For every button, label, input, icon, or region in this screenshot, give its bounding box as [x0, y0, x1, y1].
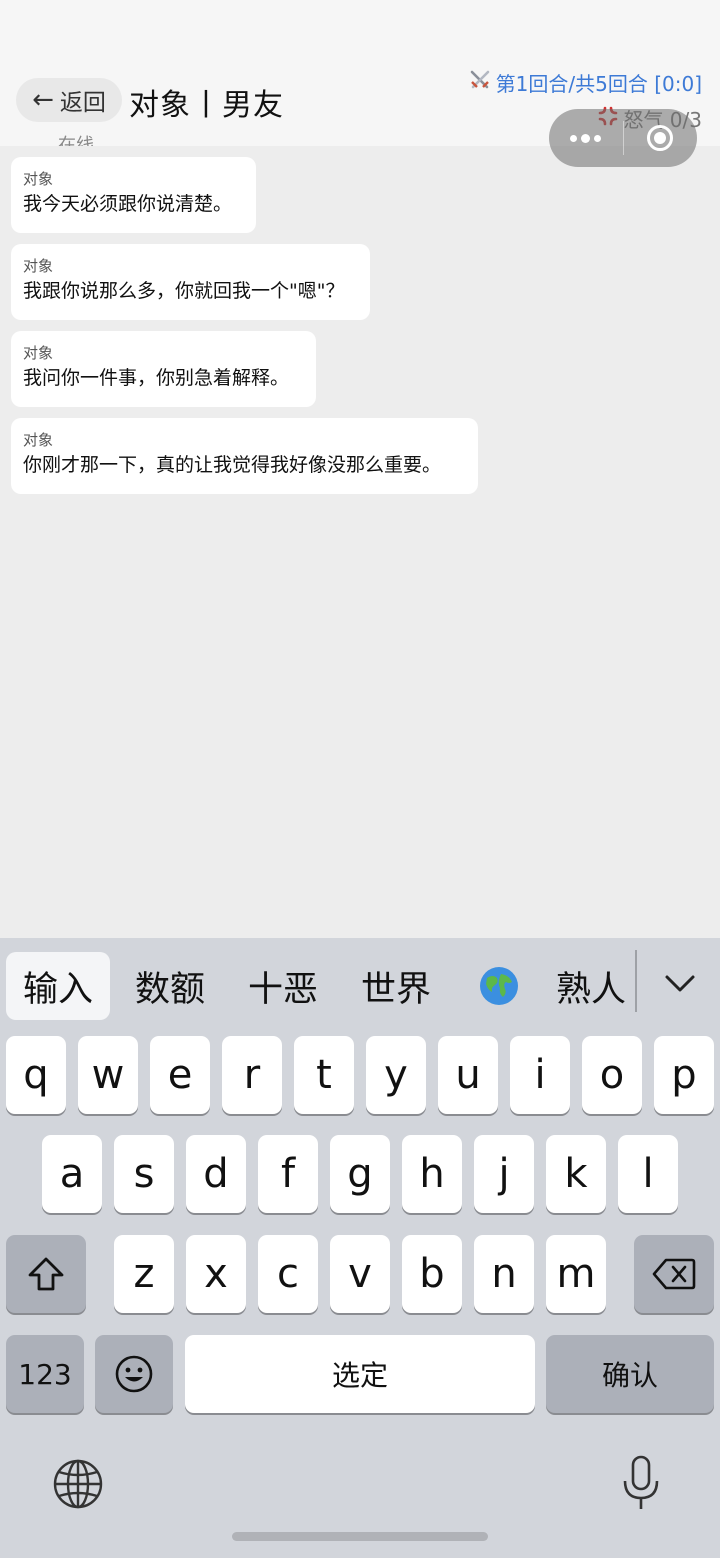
round-text: 第1回合/共5回合 [0:0]: [495, 72, 702, 96]
candidate-item[interactable]: [470, 952, 528, 1020]
voice-input-button[interactable]: [620, 1454, 662, 1514]
key-r[interactable]: r: [222, 1036, 282, 1114]
message-bubble: 对象 我问你一件事，你别急着解释。: [11, 331, 316, 407]
key-a[interactable]: a: [42, 1135, 102, 1213]
close-button[interactable]: [624, 109, 698, 167]
key-b[interactable]: b: [402, 1235, 462, 1313]
message-text: 你刚才那一下，真的让我觉得我好像没那么重要。: [23, 454, 442, 476]
confirm-key[interactable]: 确认: [546, 1335, 714, 1413]
arrow-left-icon: ←: [32, 85, 54, 115]
delete-key[interactable]: [634, 1235, 714, 1313]
key-g[interactable]: g: [330, 1135, 390, 1213]
mini-program-capsule: [549, 109, 697, 167]
message-sender: 对象: [23, 170, 54, 188]
message-text: 我跟你说那么多，你就回我一个"嗯"？: [23, 280, 345, 302]
candidate-item[interactable]: 十恶: [233, 952, 333, 1020]
message-bubble: 对象 你刚才那一下，真的让我觉得我好像没那么重要。: [11, 418, 478, 494]
backspace-icon: [652, 1258, 696, 1290]
key-c[interactable]: c: [258, 1235, 318, 1313]
key-h[interactable]: h: [402, 1135, 462, 1213]
key-l[interactable]: l: [618, 1135, 678, 1213]
message-text: 我今天必须跟你说清楚。: [23, 193, 233, 215]
key-v[interactable]: v: [330, 1235, 390, 1313]
shift-icon: [28, 1257, 64, 1291]
expand-candidates-button[interactable]: [652, 956, 708, 1012]
more-dots-icon: [570, 133, 602, 143]
message-bubble: 对象 我今天必须跟你说清楚。: [11, 157, 256, 233]
candidate-bar: 输入 数额 十恶 世界 熟人: [0, 938, 720, 1034]
candidate-divider: [635, 950, 637, 1012]
space-key[interactable]: 选定: [185, 1335, 535, 1413]
emoji-icon: [115, 1355, 153, 1393]
key-p[interactable]: p: [654, 1036, 714, 1114]
candidate-item[interactable]: 输入: [6, 952, 110, 1020]
key-n[interactable]: n: [474, 1235, 534, 1313]
key-x[interactable]: x: [186, 1235, 246, 1313]
key-o[interactable]: o: [582, 1036, 642, 1114]
target-close-icon: [647, 125, 674, 151]
candidate-item[interactable]: 数额: [120, 952, 220, 1020]
chevron-down-icon: [665, 975, 695, 992]
key-q[interactable]: q: [6, 1036, 66, 1114]
key-e[interactable]: e: [150, 1036, 210, 1114]
page-title: 对象丨男友: [129, 88, 284, 123]
message-sender: 对象: [23, 344, 54, 362]
key-z[interactable]: z: [114, 1235, 174, 1313]
earth-globe-emoji-icon: [480, 967, 518, 1005]
back-button[interactable]: ← 返回: [16, 78, 122, 122]
shift-key[interactable]: [6, 1235, 86, 1313]
home-indicator: [232, 1532, 488, 1541]
message-text: 我问你一件事，你别急着解释。: [23, 367, 290, 389]
key-t[interactable]: t: [294, 1036, 354, 1114]
numbers-key[interactable]: 123: [6, 1335, 84, 1413]
message-sender: 对象: [23, 431, 54, 449]
crossed-swords-icon: [468, 68, 492, 97]
switch-keyboard-button[interactable]: [52, 1458, 104, 1510]
candidate-item[interactable]: 世界: [346, 952, 446, 1020]
key-k[interactable]: k: [546, 1135, 606, 1213]
key-s[interactable]: s: [114, 1135, 174, 1213]
message-bubble: 对象 我跟你说那么多，你就回我一个"嗯"？: [11, 244, 370, 320]
key-u[interactable]: u: [438, 1036, 498, 1114]
globe-icon: [53, 1459, 103, 1509]
more-button[interactable]: [549, 109, 623, 167]
software-keyboard: 输入 数额 十恶 世界 熟人 q w e r t y u i o p a s d…: [0, 938, 720, 1558]
microphone-icon: [623, 1455, 659, 1509]
key-d[interactable]: d: [186, 1135, 246, 1213]
emoji-key[interactable]: [95, 1335, 173, 1413]
key-m[interactable]: m: [546, 1235, 606, 1313]
key-j[interactable]: j: [474, 1135, 534, 1213]
key-i[interactable]: i: [510, 1036, 570, 1114]
candidate-item[interactable]: 熟人: [556, 952, 636, 1020]
round-indicator: 第1回合/共5回合 [0:0]: [468, 68, 702, 97]
key-y[interactable]: y: [366, 1036, 426, 1114]
message-sender: 对象: [23, 257, 54, 275]
key-w[interactable]: w: [78, 1036, 138, 1114]
online-status: 在线: [58, 135, 94, 146]
key-f[interactable]: f: [258, 1135, 318, 1213]
back-label: 返回: [59, 90, 106, 116]
